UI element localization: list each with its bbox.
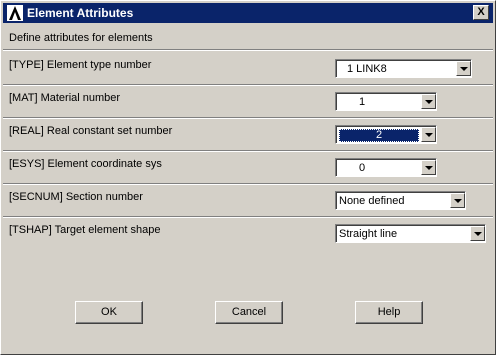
element-coordinate-sys-dropdown[interactable]: 0 bbox=[335, 158, 437, 177]
target-element-shape-value: Straight line bbox=[339, 228, 398, 240]
mat-label: [MAT] Material number bbox=[9, 92, 121, 104]
chevron-down-icon[interactable] bbox=[421, 127, 436, 142]
dialog-instruction: Define attributes for elements bbox=[9, 32, 153, 44]
type-label: [TYPE] Element type number bbox=[9, 59, 152, 71]
element-coordinate-sys-value: 0 bbox=[359, 162, 366, 174]
divider bbox=[3, 84, 493, 86]
title-bar[interactable]: Element Attributes X bbox=[3, 3, 493, 23]
element-attributes-dialog: Element Attributes X Define attributes f… bbox=[0, 0, 496, 355]
chevron-down-icon[interactable] bbox=[421, 160, 436, 175]
chevron-down-icon[interactable] bbox=[456, 61, 471, 76]
divider bbox=[3, 216, 493, 218]
element-type-dropdown[interactable]: 1 LINK8 bbox=[335, 59, 472, 78]
divider bbox=[3, 49, 493, 51]
material-number-dropdown[interactable]: 1 bbox=[335, 92, 437, 111]
ansys-logo-icon bbox=[7, 5, 23, 21]
chevron-down-icon[interactable] bbox=[470, 226, 485, 241]
section-number-dropdown[interactable]: None defined bbox=[335, 191, 466, 210]
section-number-value: None defined bbox=[339, 195, 405, 207]
real-constant-dropdown[interactable]: 2 bbox=[335, 125, 437, 144]
real-label: [REAL] Real constant set number bbox=[9, 125, 173, 137]
ok-button[interactable]: OK bbox=[75, 301, 143, 324]
cancel-button[interactable]: Cancel bbox=[215, 301, 283, 324]
chevron-down-icon[interactable] bbox=[421, 94, 436, 109]
help-button[interactable]: Help bbox=[355, 301, 423, 324]
divider bbox=[3, 150, 493, 152]
divider bbox=[3, 183, 493, 185]
divider bbox=[3, 117, 493, 119]
element-type-value: 1 LINK8 bbox=[347, 63, 387, 75]
material-number-value: 1 bbox=[359, 96, 366, 108]
chevron-down-icon[interactable] bbox=[450, 193, 465, 208]
tshap-label: [TSHAP] Target element shape bbox=[9, 224, 161, 236]
real-constant-value: 2 bbox=[339, 129, 419, 142]
close-button[interactable]: X bbox=[473, 5, 489, 20]
window-title: Element Attributes bbox=[27, 6, 134, 20]
secnum-label: [SECNUM] Section number bbox=[9, 191, 143, 203]
esys-label: [ESYS] Element coordinate sys bbox=[9, 158, 162, 170]
target-element-shape-dropdown[interactable]: Straight line bbox=[335, 224, 486, 243]
